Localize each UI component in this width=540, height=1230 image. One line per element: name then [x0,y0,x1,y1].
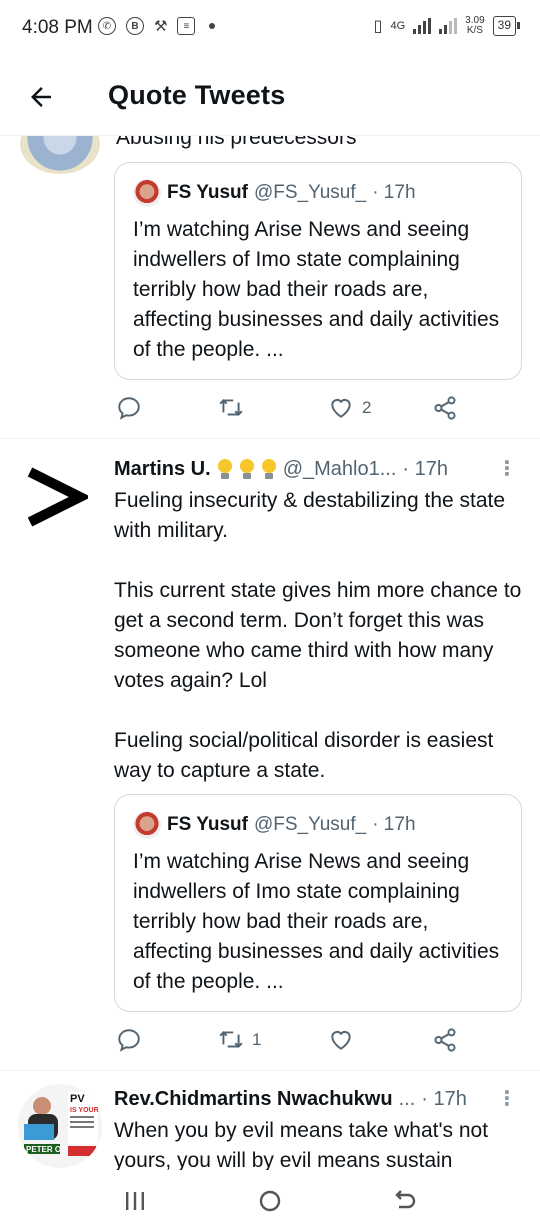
like-button[interactable] [328,1027,362,1053]
tweet-time: · 17h [402,458,448,480]
tweet-actions: 1 [114,1027,522,1063]
tweet-paragraph: This current state gives him more chance… [114,579,522,692]
retweet-count: 1 [252,1030,262,1049]
quoted-author-handle: @FS_Yusuf_ [253,182,367,203]
vibrate-icon: ▯ [373,18,383,35]
signal-icon [413,18,432,34]
heart-icon [331,398,351,418]
page-title: Quote Tweets [108,80,286,110]
quoted-author-name: FS Yusuf [167,182,248,203]
status-bar: 4:08 PM ✆ B ⚒ ≡ ▯ 4G 3.09 K/S 39 [0,0,540,56]
quoted-tweet-card[interactable]: FS Yusuf @FS_Yusuf_ · 17h I’m watching A… [114,794,522,1012]
quoted-tweet-time: · 17h [372,182,416,203]
system-nav-bar [0,1170,540,1230]
message-icon: ≡ [177,17,196,35]
reply-icon [118,397,140,420]
app-header: Quote Tweets [0,56,540,136]
avatar-name-text: PETER OBI [26,1145,69,1154]
lightbulb-icon [217,458,233,481]
avatar[interactable] [22,464,88,530]
quoted-tweet-time: · 17h [372,814,416,835]
app-notification-icon: ⚒ [154,18,168,35]
battery-icon: 39 [492,16,521,36]
author-name: Martins U. [114,458,211,480]
tweet-paragraph: Fueling insecurity & destabilizing the s… [114,489,506,542]
tweet-actions: 2 [114,395,522,431]
status-time: 4:08 PM [22,17,93,38]
quoted-author-handle: @FS_Yusuf_ [253,814,367,835]
retweet-icon [219,399,243,416]
like-count: 2 [362,398,372,417]
heart-icon [331,1030,351,1050]
reply-button[interactable] [116,1027,150,1053]
retweet-button[interactable] [218,395,252,421]
back-nav-icon[interactable] [390,1186,420,1216]
quoted-author-name: FS Yusuf [167,814,248,835]
more-options-icon[interactable]: ⋮ [497,1086,517,1111]
share-icon [434,1028,456,1052]
avatar [133,179,161,207]
recent-apps-icon[interactable] [120,1186,150,1216]
quoted-tweet-header: FS Yusuf @FS_Yusuf_ · 17h [133,811,416,839]
tweet-header: Rev.Chidmartins Nwachukwu ... · 17h [114,1088,524,1111]
reply-icon [118,1029,140,1052]
tweet-text: When you by evil means take what's not y… [114,1119,489,1170]
tweet-time: · 17h [421,1088,467,1110]
reply-button[interactable] [116,395,150,421]
campaign-avatar-image: PV IS YOUR PETER OBI [24,1092,99,1156]
more-options-icon[interactable]: ⋮ [497,456,517,481]
speed-unit: K/S [466,25,483,36]
more-notifications-icon [209,23,216,29]
divider [0,438,540,439]
divider [0,1070,540,1071]
lightbulb-icon [261,458,277,481]
whatsapp-icon: ✆ [98,17,116,35]
author-handle: ... [398,1088,416,1110]
system-icons: ▯ 4G 3.09 K/S 39 [373,16,521,36]
share-icon [434,396,456,420]
avatar[interactable]: PV IS YOUR PETER OBI [18,1084,102,1168]
quoted-tweet-header: FS Yusuf @FS_Yusuf_ · 17h [133,179,416,207]
author-name: Rev.Chidmartins Nwachukwu [114,1088,393,1110]
avatar-slogan-text: IS YOUR [70,1107,99,1114]
quoted-tweet-card[interactable]: FS Yusuf @FS_Yusuf_ · 17h I’m watching A… [114,162,522,380]
network-speed: 3.09 K/S [465,16,484,36]
tweet-header: Martins U. @_Mahlo1... · 17h [114,458,524,481]
tweet-paragraph: Fueling social/political disorder is eas… [114,729,494,782]
tweet-text: Fueling insecurity & destabilizing the s… [114,486,524,816]
lightbulb-icon [239,458,255,481]
tweet-text-clipped: Abusing his predecessors [116,136,357,149]
author-handle: @_Mahlo1... [282,458,397,480]
share-button[interactable] [432,1027,466,1053]
retweet-button[interactable]: 1 [218,1027,261,1053]
arrow-left-icon[interactable] [26,82,56,112]
like-button[interactable]: 2 [328,395,371,421]
avatar [133,811,161,839]
home-icon[interactable] [255,1186,285,1216]
notification-icons: ✆ B ⚒ ≡ [98,17,216,35]
retweet-icon [219,1031,243,1048]
quote-tweets-feed[interactable]: Abusing his predecessors FS Yusuf @FS_Yu… [0,136,540,1170]
avatar[interactable] [20,136,100,174]
avatar-brand-text: PV [70,1093,85,1105]
quoted-tweet-text: I’m watching Arise News and seeing indwe… [133,218,500,361]
share-button[interactable] [432,395,466,421]
signal-2-icon [439,18,458,34]
business-icon: B [126,17,144,35]
quoted-tweet-text: I’m watching Arise News and seeing indwe… [133,850,500,993]
network-type: 4G [390,20,406,32]
